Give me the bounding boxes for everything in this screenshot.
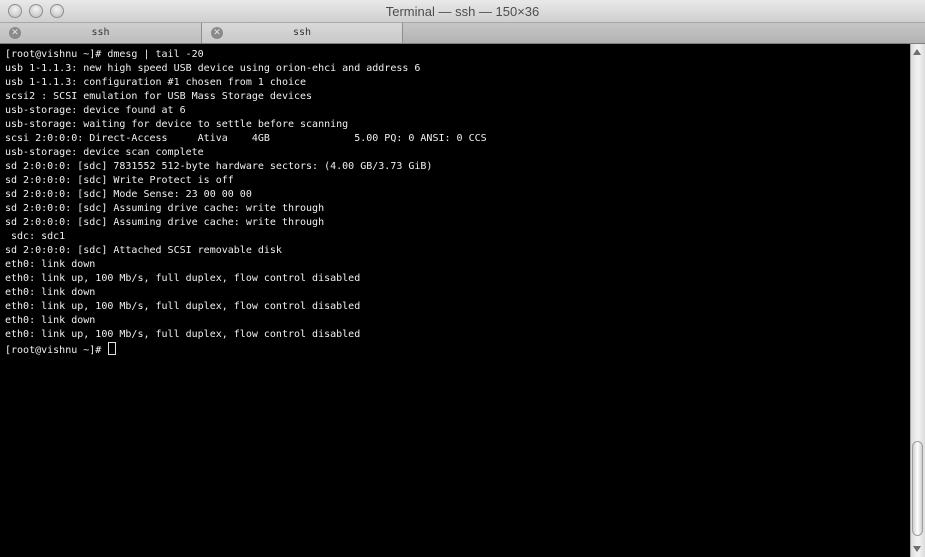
tab-ssh-1[interactable]: ✕ ssh (0, 23, 202, 43)
terminal-line: sdc: sdc1 (5, 231, 66, 242)
terminal-line: eth0: link up, 100 Mb/s, full duplex, fl… (5, 329, 361, 340)
tab-ssh-2[interactable]: ✕ ssh (202, 23, 403, 43)
terminal-line: sd 2:0:0:0: [sdc] 7831552 512-byte hardw… (5, 161, 433, 172)
terminal-line: usb-storage: device scan complete (5, 147, 204, 158)
terminal-cursor (108, 342, 117, 355)
terminal-output-area[interactable]: [root@vishnu ~]# dmesg | tail -20 usb 1-… (0, 44, 910, 557)
terminal-line: eth0: link down (5, 259, 96, 270)
terminal-line: sd 2:0:0:0: [sdc] Write Protect is off (5, 175, 234, 186)
scroll-down-arrow-icon[interactable] (913, 546, 921, 552)
terminal-line: sd 2:0:0:0: [sdc] Assuming drive cache: … (5, 217, 325, 228)
terminal-line: eth0: link up, 100 Mb/s, full duplex, fl… (5, 301, 361, 312)
tab-bar: ✕ ssh ✕ ssh (0, 23, 925, 44)
vertical-scrollbar[interactable] (910, 44, 925, 557)
scroll-up-arrow-icon[interactable] (913, 49, 921, 55)
terminal-line: eth0: link up, 100 Mb/s, full duplex, fl… (5, 273, 361, 284)
title-bar[interactable]: Terminal — ssh — 150×36 (0, 0, 925, 23)
terminal-line: usb-storage: waiting for device to settl… (5, 119, 349, 130)
tab-label: ssh (292, 27, 312, 38)
terminal-line: scsi 2:0:0:0: Direct-Access Ativa 4GB 5.… (5, 133, 487, 144)
terminal-line: usb 1-1.1.3: new high speed USB device u… (5, 63, 421, 74)
terminal-line: eth0: link down (5, 287, 96, 298)
terminal-line: sd 2:0:0:0: [sdc] Attached SCSI removabl… (5, 245, 282, 256)
tab-label: ssh (91, 27, 110, 38)
terminal-line: scsi2 : SCSI emulation for USB Mass Stor… (5, 91, 313, 102)
window-title: Terminal — ssh — 150×36 (385, 4, 540, 19)
scroll-thumb[interactable] (912, 441, 923, 536)
terminal-line: eth0: link down (5, 315, 96, 326)
terminal-prompt: [root@vishnu ~]# (5, 345, 108, 356)
terminal-line: usb 1-1.1.3: configuration #1 chosen fro… (5, 77, 307, 88)
terminal-line: [root@vishnu ~]# dmesg | tail -20 (5, 49, 204, 60)
terminal-line: sd 2:0:0:0: [sdc] Mode Sense: 23 00 00 0… (5, 189, 252, 200)
terminal-line: usb-storage: device found at 6 (5, 105, 186, 116)
terminal-text: [root@vishnu ~]# dmesg | tail -20 usb 1-… (0, 44, 910, 358)
terminal-window: Terminal — ssh — 150×36 ✕ ssh ✕ ssh [roo… (0, 0, 925, 557)
terminal-line: sd 2:0:0:0: [sdc] Assuming drive cache: … (5, 203, 325, 214)
